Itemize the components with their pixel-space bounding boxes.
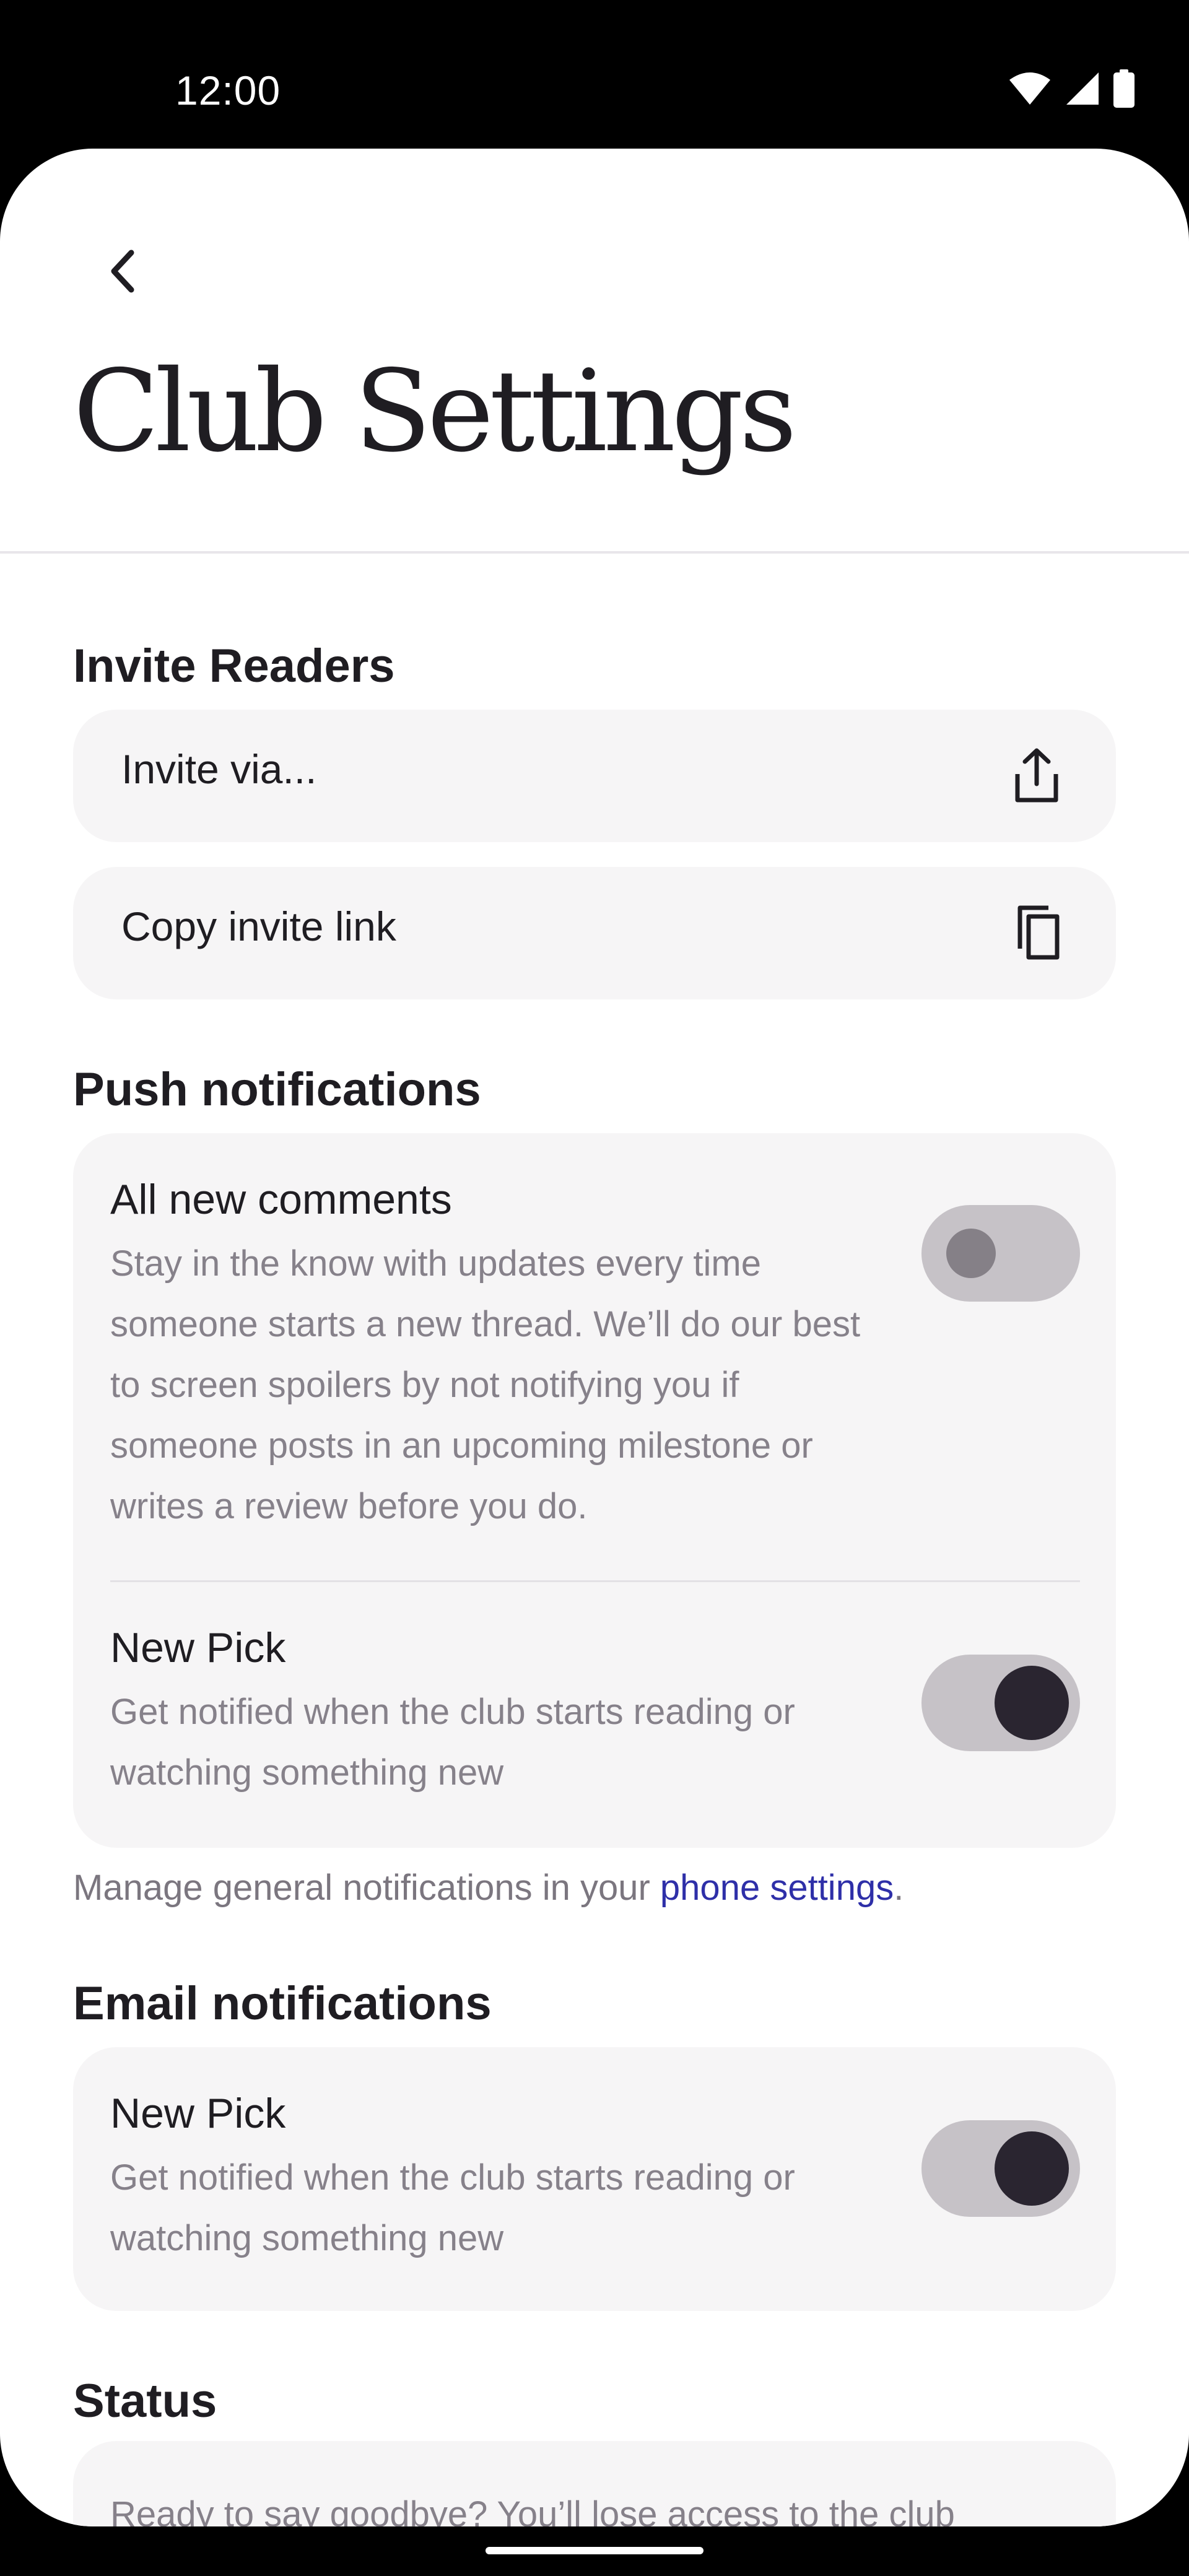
setting-title: New Pick xyxy=(110,2090,286,2137)
status-description: Ready to say goodbye? You’ll lose access… xyxy=(110,2494,955,2526)
settings-sheet: Club Settings Invite Readers Invite via.… xyxy=(0,149,1189,2526)
toggle-knob xyxy=(946,1229,996,1278)
status-card: Ready to say goodbye? You’ll lose access… xyxy=(73,2441,1116,2526)
invite-section-title: Invite Readers xyxy=(73,640,395,692)
setting-title: New Pick xyxy=(110,1624,286,1671)
signal-icon xyxy=(1065,71,1100,109)
toggle-knob xyxy=(995,1666,1069,1740)
home-indicator[interactable] xyxy=(486,2547,703,2554)
setting-description: Stay in the know with updates every time… xyxy=(110,1243,861,1526)
copy-invite-link-button[interactable]: Copy invite link xyxy=(73,867,1116,999)
setting-title: All new comments xyxy=(110,1176,452,1223)
phone-settings-link[interactable]: phone settings xyxy=(660,1868,894,1908)
footnote-suffix: . xyxy=(894,1868,904,1908)
share-icon xyxy=(1007,746,1066,805)
email-new-pick-toggle[interactable] xyxy=(921,2120,1080,2217)
divider xyxy=(110,1580,1080,1582)
invite-via-label: Invite via... xyxy=(121,746,317,792)
header: Club Settings xyxy=(0,149,1189,554)
status-time: 12:00 xyxy=(175,67,281,113)
footnote-text: Manage general notifications in your xyxy=(73,1868,660,1908)
page-title: Club Settings xyxy=(73,346,797,477)
push-notifications-card: All new comments Stay in the know with u… xyxy=(73,1133,1116,1848)
copy-invite-link-label: Copy invite link xyxy=(121,903,396,949)
push-new-pick-toggle[interactable] xyxy=(921,1655,1080,1751)
setting-description: Get notified when the club starts readin… xyxy=(110,2157,795,2258)
status-icons xyxy=(1008,69,1135,111)
battery-icon xyxy=(1113,69,1135,111)
status-bar: 12:00 xyxy=(0,0,1189,152)
copy-icon xyxy=(1007,903,1066,962)
back-button[interactable] xyxy=(93,240,155,302)
status-section-title: Status xyxy=(73,2375,217,2427)
chevron-left-icon xyxy=(111,250,134,293)
email-notifications-card: New Pick Get notified when the club star… xyxy=(73,2047,1116,2311)
setting-description: Get notified when the club starts readin… xyxy=(110,1692,795,1793)
invite-via-button[interactable]: Invite via... xyxy=(73,710,1116,842)
email-section-title: Email notifications xyxy=(73,1977,492,2030)
all-new-comments-toggle[interactable] xyxy=(921,1205,1080,1302)
notification-footnote: Manage general notifications in your pho… xyxy=(73,1867,904,1908)
wifi-icon xyxy=(1008,71,1052,109)
toggle-knob xyxy=(995,2131,1069,2206)
push-section-title: Push notifications xyxy=(73,1063,481,1116)
